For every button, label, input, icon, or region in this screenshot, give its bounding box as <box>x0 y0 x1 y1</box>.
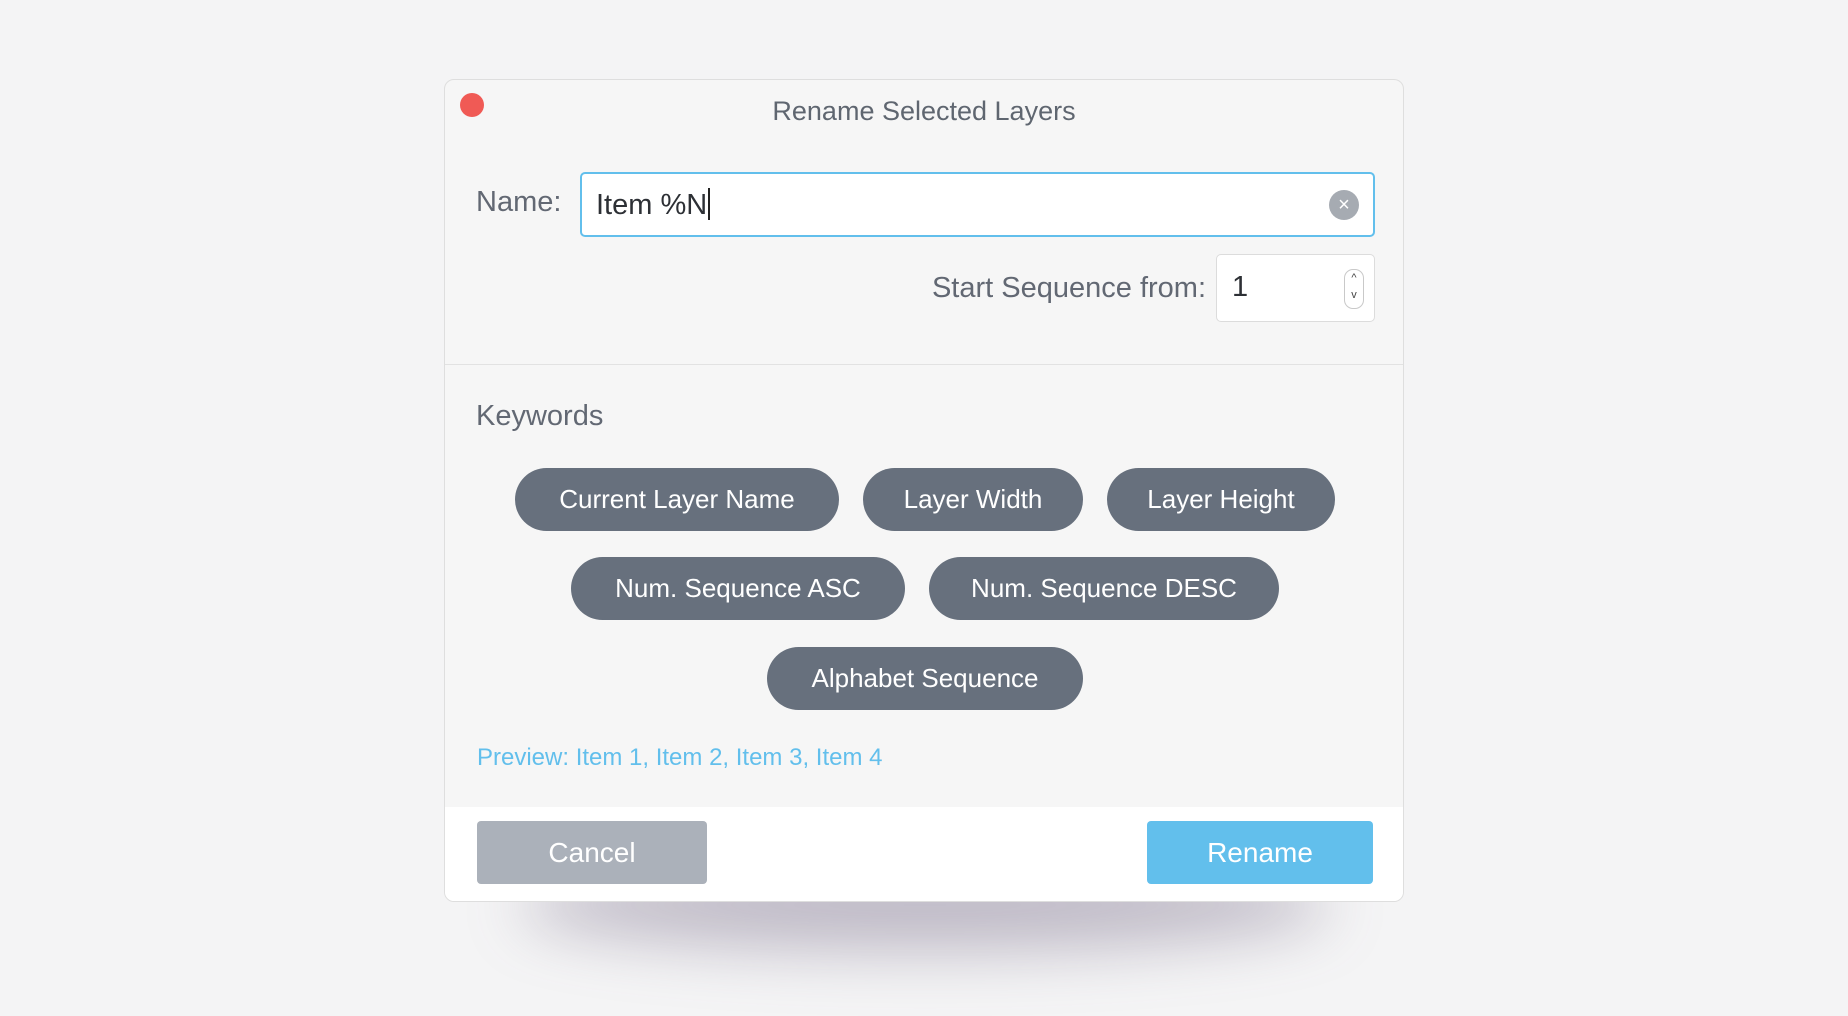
dialog-footer: Cancel Rename <box>445 807 1403 901</box>
clear-input-icon[interactable]: × <box>1329 190 1359 220</box>
sequence-stepper[interactable]: ^ v <box>1344 269 1364 309</box>
start-sequence-label: Start Sequence from: <box>931 272 1206 304</box>
keyword-num-sequence-desc[interactable]: Num. Sequence DESC <box>929 557 1279 620</box>
keyword-alphabet-sequence[interactable]: Alphabet Sequence <box>767 647 1083 710</box>
name-input-value: Item %N <box>596 189 708 221</box>
keyword-current-layer-name[interactable]: Current Layer Name <box>515 468 839 531</box>
text-caret <box>708 188 711 220</box>
divider <box>445 364 1403 365</box>
stepper-up-icon[interactable]: ^ <box>1345 270 1363 287</box>
stepper-down-icon[interactable]: v <box>1345 287 1363 304</box>
keyword-num-sequence-asc[interactable]: Num. Sequence ASC <box>571 557 905 620</box>
name-label: Name: <box>476 186 562 218</box>
preview-text: Preview: Item 1, Item 2, Item 3, Item 4 <box>477 744 883 771</box>
keyword-layer-width[interactable]: Layer Width <box>863 468 1083 531</box>
start-sequence-value: 1 <box>1232 271 1249 303</box>
rename-dialog: Rename Selected Layers Name: Item %N × S… <box>444 79 1404 902</box>
name-input[interactable]: Item %N × <box>580 172 1375 237</box>
keyword-layer-height[interactable]: Layer Height <box>1107 468 1335 531</box>
cancel-button[interactable]: Cancel <box>477 821 707 884</box>
rename-button[interactable]: Rename <box>1147 821 1373 884</box>
dialog-title: Rename Selected Layers <box>772 96 1076 126</box>
keywords-label: Keywords <box>476 400 604 432</box>
start-sequence-input[interactable]: 1 ^ v <box>1216 254 1375 322</box>
